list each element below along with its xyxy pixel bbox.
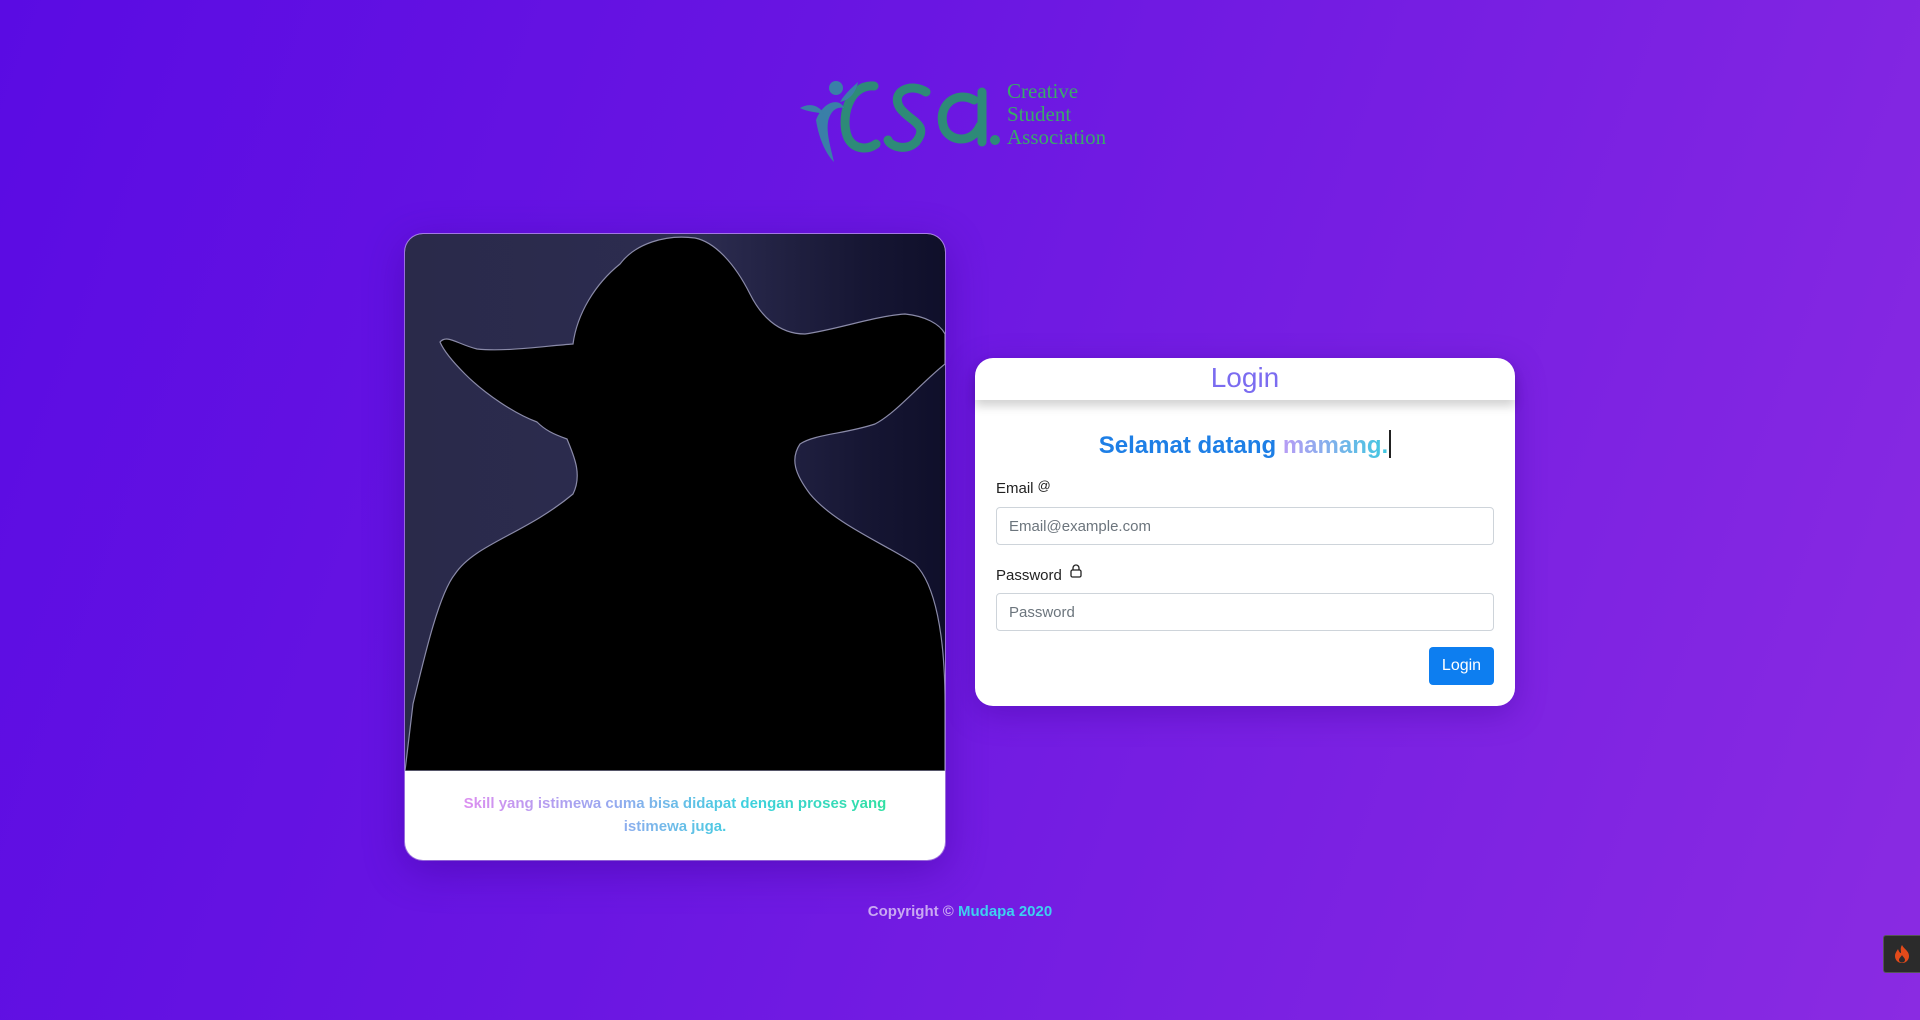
yoda-silhouette-photo <box>405 234 945 771</box>
copyright-footer: Copyright © Mudapa 2020 <box>0 903 1920 920</box>
login-card: Login Selamat datang mamang. Email@ Pass… <box>975 358 1515 706</box>
password-label-text: Password <box>996 567 1062 584</box>
copyright-brand[interactable]: Mudapa 2020 <box>958 903 1052 920</box>
email-label-text: Email <box>996 480 1034 497</box>
flame-icon <box>1895 945 1909 963</box>
brand-logo: Creative Student Association <box>796 72 1126 168</box>
logo-line-creative: Creative <box>1007 79 1079 103</box>
welcome-greeting: Selamat datang <box>1098 432 1277 459</box>
welcome-name: mamang. <box>1282 432 1389 459</box>
password-field[interactable] <box>996 593 1494 631</box>
at-icon: @ <box>1037 478 1051 493</box>
copyright-prefix: Copyright © <box>867 903 954 920</box>
motivational-quote: Skill yang istimewa cuma bisa didapat de… <box>445 792 905 838</box>
email-field[interactable] <box>996 507 1494 545</box>
logo-line-student: Student <box>1007 102 1072 126</box>
login-title: Login <box>975 358 1515 400</box>
logo-text: Creative Student Association <box>1007 80 1106 149</box>
typing-caret <box>1389 430 1392 458</box>
email-label: Email @ <box>996 478 1051 497</box>
welcome-text: Selamat datang mamang. <box>975 430 1515 461</box>
lock-icon <box>1070 564 1082 580</box>
photo-card: Skill yang istimewa cuma bisa didapat de… <box>405 234 945 860</box>
logo-line-association: Association <box>1007 125 1107 149</box>
debug-toolbar-button[interactable] <box>1883 935 1920 973</box>
login-button[interactable]: Login <box>1429 647 1494 685</box>
password-label: Password <box>996 564 1082 584</box>
csa-logo-icon <box>800 81 1000 162</box>
